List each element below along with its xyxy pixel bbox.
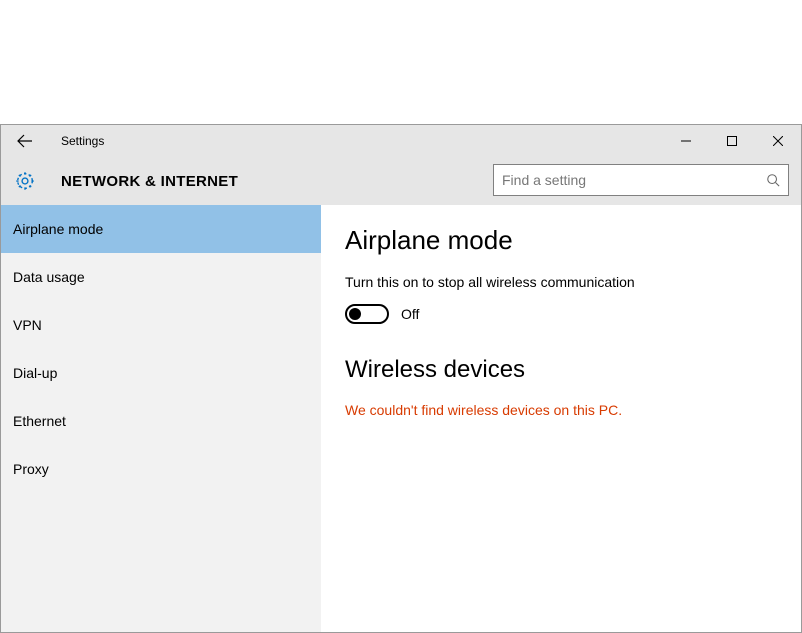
sidebar-item-airplane-mode[interactable]: Airplane mode (1, 205, 321, 253)
toggle-state-label: Off (401, 306, 419, 322)
toggle-knob (349, 308, 361, 320)
wireless-devices-heading: Wireless devices (345, 356, 777, 384)
maximize-icon (727, 136, 737, 146)
sidebar-item-vpn[interactable]: VPN (1, 301, 321, 349)
gear-icon (13, 169, 37, 193)
close-icon (773, 136, 783, 146)
minimize-icon (681, 136, 691, 146)
window-controls (663, 125, 801, 157)
body: Airplane mode Data usage VPN Dial-up Eth… (1, 205, 801, 632)
back-arrow-icon (17, 133, 33, 149)
sidebar-item-label: Dial-up (13, 365, 57, 381)
sidebar-item-dial-up[interactable]: Dial-up (1, 349, 321, 397)
header-title: NETWORK & INTERNET (61, 173, 238, 190)
sidebar-item-label: Data usage (13, 269, 85, 285)
content-panel: Airplane mode Turn this on to stop all w… (321, 205, 801, 632)
airplane-mode-toggle[interactable] (345, 304, 389, 324)
header: NETWORK & INTERNET (1, 157, 801, 205)
sidebar-item-label: Proxy (13, 461, 49, 477)
back-button[interactable] (1, 125, 49, 157)
sidebar-item-label: VPN (13, 317, 42, 333)
sidebar-item-proxy[interactable]: Proxy (1, 445, 321, 493)
sidebar-item-ethernet[interactable]: Ethernet (1, 397, 321, 445)
maximize-button[interactable] (709, 125, 755, 157)
window-title: Settings (61, 134, 104, 148)
titlebar: Settings (1, 125, 801, 157)
wireless-devices-error: We couldn't find wireless devices on thi… (345, 402, 777, 418)
airplane-mode-toggle-row: Off (345, 304, 777, 324)
sidebar: Airplane mode Data usage VPN Dial-up Eth… (1, 205, 321, 632)
settings-window: Settings (0, 124, 802, 633)
close-button[interactable] (755, 125, 801, 157)
sidebar-item-label: Airplane mode (13, 221, 103, 237)
sidebar-item-label: Ethernet (13, 413, 66, 429)
page-title: Airplane mode (345, 225, 777, 256)
minimize-button[interactable] (663, 125, 709, 157)
search-input[interactable] (502, 172, 766, 188)
toggle-description: Turn this on to stop all wireless commun… (345, 274, 777, 290)
search-box[interactable] (493, 164, 789, 196)
sidebar-item-data-usage[interactable]: Data usage (1, 253, 321, 301)
search-icon (766, 173, 780, 187)
